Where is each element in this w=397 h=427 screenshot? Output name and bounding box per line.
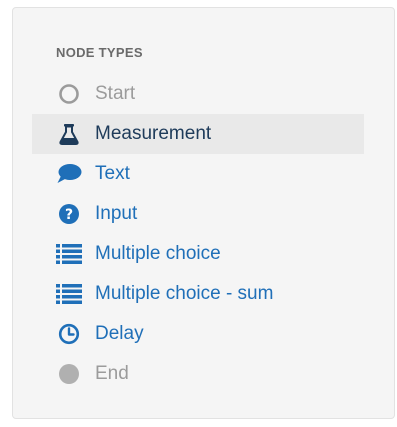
list-icon — [56, 241, 82, 267]
clock-icon — [56, 321, 82, 347]
node-type-label: Multiple choice — [95, 243, 221, 264]
node-type-measurement[interactable]: Measurement — [32, 114, 364, 154]
node-type-multiple-choice-sum[interactable]: Multiple choice - sum — [32, 274, 364, 314]
filled-circle-icon — [56, 361, 82, 387]
question-circle-icon: ? — [56, 201, 82, 227]
list-icon — [56, 281, 82, 307]
node-types-heading: NODE TYPES — [56, 45, 143, 60]
node-type-label: Multiple choice - sum — [95, 283, 274, 304]
node-type-label: Text — [95, 163, 130, 184]
node-type-delay[interactable]: Delay — [32, 314, 364, 354]
node-type-start[interactable]: Start — [32, 74, 364, 114]
node-type-label: Measurement — [95, 123, 212, 144]
node-type-label: Delay — [95, 323, 144, 344]
node-type-input[interactable]: ? Input — [32, 194, 364, 234]
node-type-multiple-choice[interactable]: Multiple choice — [32, 234, 364, 274]
node-type-label: End — [95, 363, 129, 384]
node-type-list: Start Measurement Text ? Input Multiple … — [32, 74, 364, 394]
node-type-label: Input — [95, 203, 138, 224]
node-type-label: Start — [95, 83, 136, 104]
node-type-end[interactable]: End — [32, 354, 364, 394]
speech-bubble-icon — [56, 161, 82, 187]
flask-icon — [56, 121, 82, 147]
node-type-text[interactable]: Text — [32, 154, 364, 194]
svg-text:?: ? — [65, 207, 73, 223]
circle-outline-icon — [56, 81, 82, 107]
